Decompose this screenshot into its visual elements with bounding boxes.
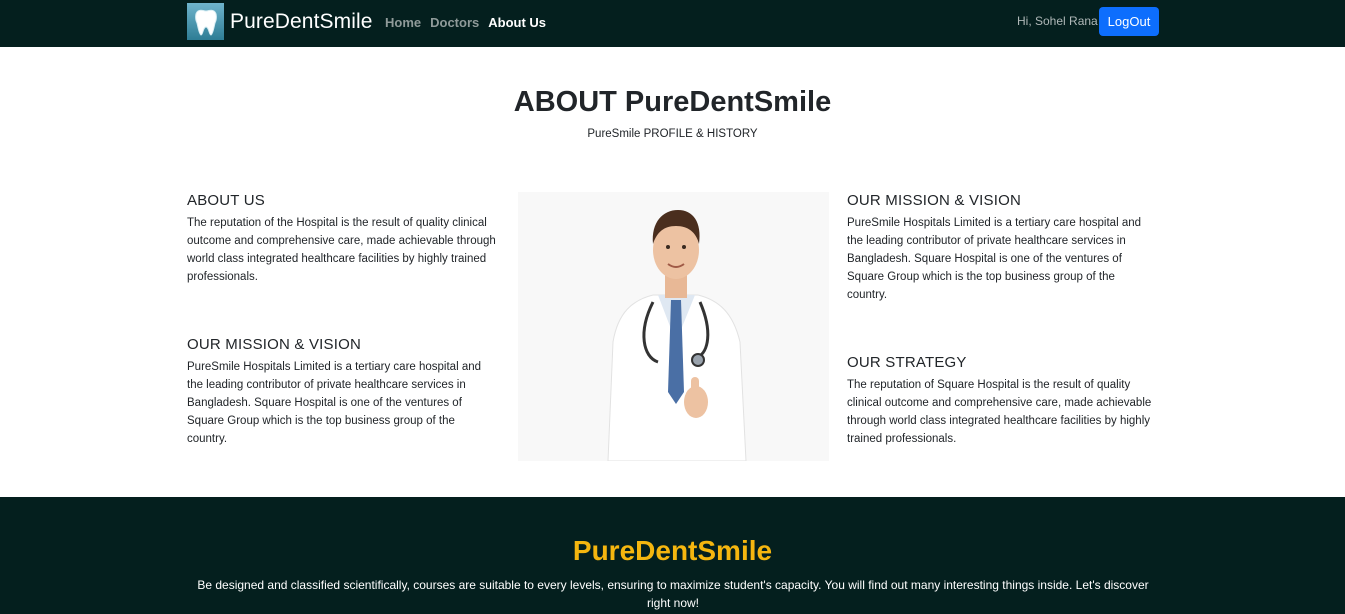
footer: PureDentSmile Be designed and classified…	[0, 497, 1345, 614]
navbar: PureDentSmile Home Doctors About Us Hi, …	[0, 0, 1345, 47]
doctor-photo	[518, 192, 829, 461]
right-mission-heading: OUR MISSION & VISION	[847, 192, 1022, 209]
nav-about-us-link[interactable]: About Us	[488, 15, 546, 30]
nav-home-link[interactable]: Home	[385, 15, 421, 30]
about-us-text: The reputation of the Hospital is the re…	[187, 217, 496, 283]
strategy-section: OUR STRATEGY The reputation of Square Ho…	[847, 354, 1157, 448]
left-mission-heading: OUR MISSION & VISION	[187, 336, 362, 353]
nav-doctors-link[interactable]: Doctors	[430, 15, 479, 30]
logout-button[interactable]: LogOut	[1099, 7, 1159, 36]
left-mission-section: OUR MISSION & VISION PureSmile Hospitals…	[187, 336, 497, 448]
right-mission-section: OUR MISSION & VISION PureSmile Hospitals…	[847, 192, 1157, 304]
user-greeting: Hi, Sohel Rana	[1017, 14, 1098, 28]
tooth-logo-icon	[187, 3, 224, 40]
about-us-heading: ABOUT US	[187, 192, 266, 209]
footer-title: PureDentSmile	[572, 535, 773, 566]
page-subtitle: PureSmile PROFILE & HISTORY	[587, 128, 758, 140]
page-title: ABOUT PureDentSmile	[513, 86, 832, 118]
about-us-section: ABOUT US The reputation of the Hospital …	[187, 192, 497, 286]
strategy-heading: OUR STRATEGY	[847, 354, 967, 371]
brand-link[interactable]: PureDentSmile	[187, 3, 373, 40]
left-mission-text: PureSmile Hospitals Limited is a tertiar…	[187, 361, 482, 445]
nav-links: Home Doctors About Us	[385, 15, 555, 30]
right-mission-text: PureSmile Hospitals Limited is a tertiar…	[847, 217, 1142, 301]
brand-name: PureDentSmile	[230, 9, 373, 33]
footer-description: Be designed and classified scientificall…	[197, 578, 1149, 610]
strategy-text: The reputation of Square Hospital is the…	[847, 379, 1152, 445]
